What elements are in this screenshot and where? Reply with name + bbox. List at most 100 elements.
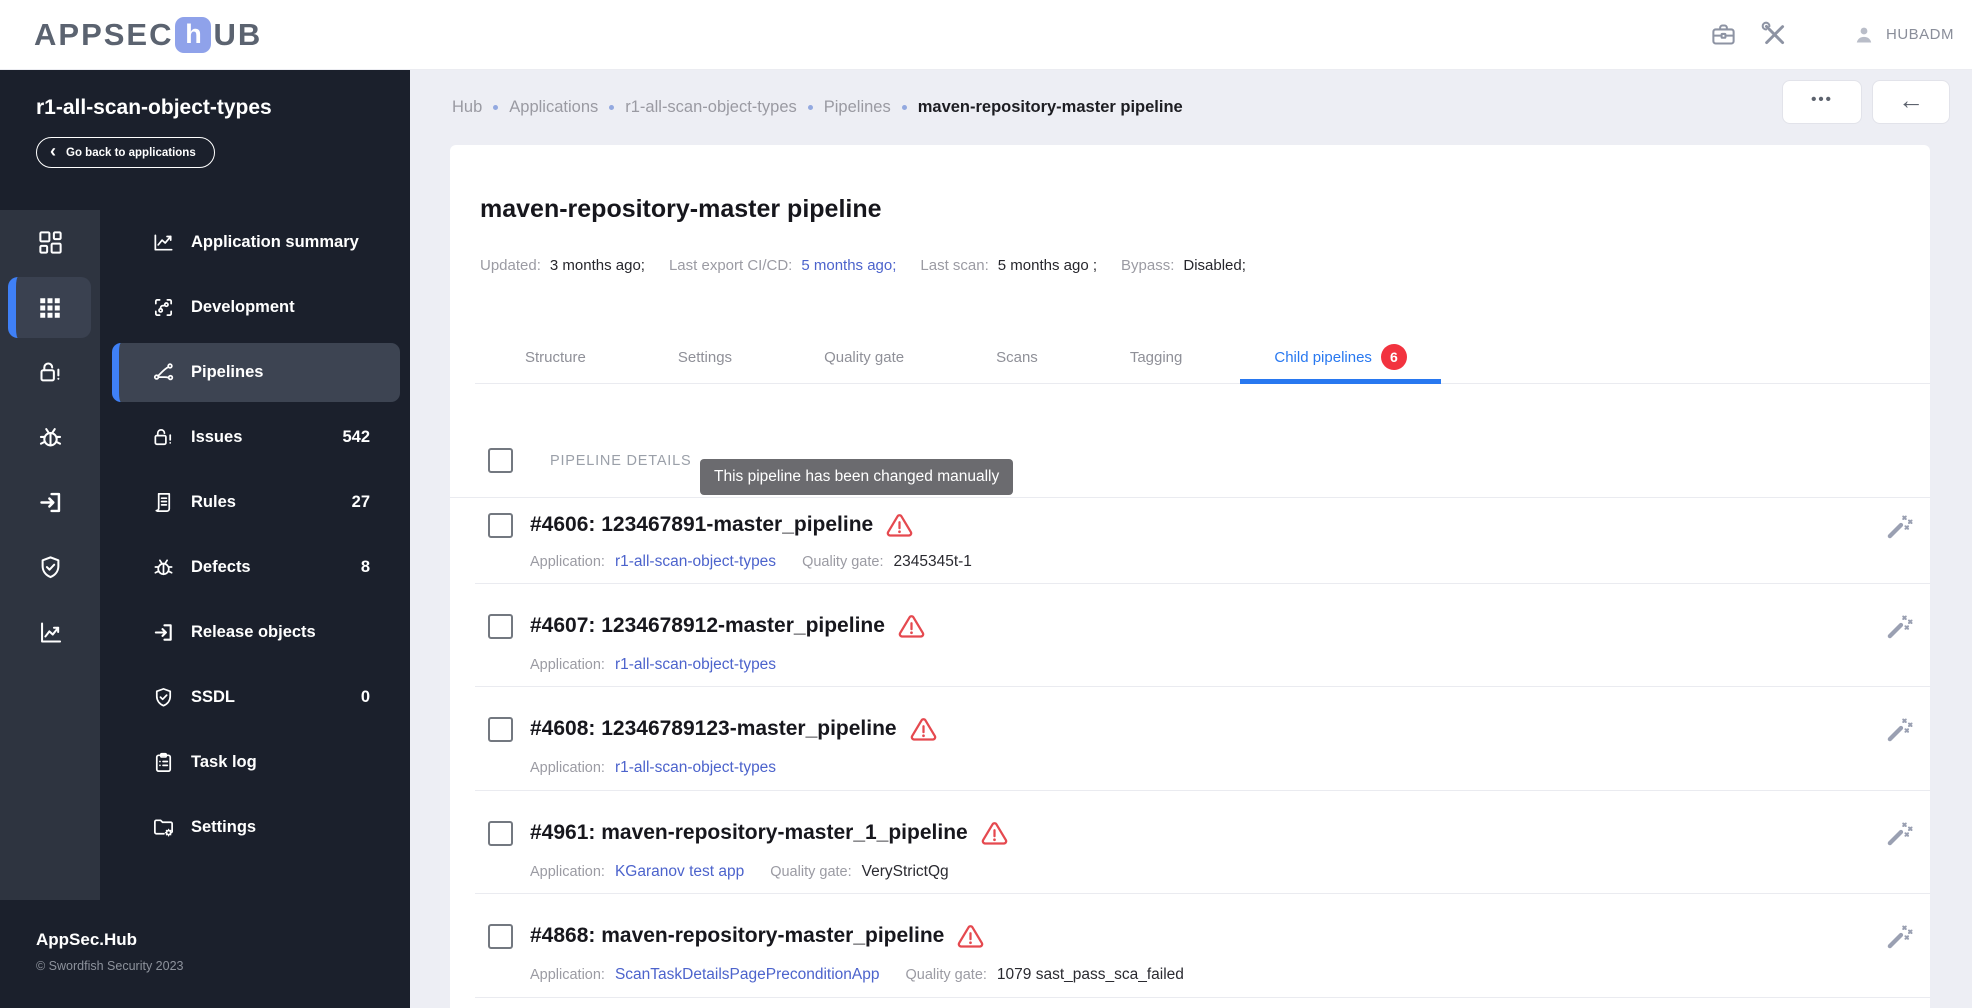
sidebar-item-count: 8 <box>360 558 370 576</box>
logo-text-pre: APPSEC <box>34 16 174 52</box>
tab-label: Quality gate <box>824 348 905 366</box>
breadcrumb: Hub Applications r1-all-scan-object-type… <box>410 70 1183 145</box>
meta-label: Bypass: <box>1121 257 1175 274</box>
application-link[interactable]: r1-all-scan-object-types <box>615 759 776 777</box>
row-checkbox[interactable] <box>488 717 513 742</box>
meta-label: Last export CI/CD: <box>668 257 793 274</box>
rules-icon <box>152 491 176 514</box>
sidebar: r1-all-scan-object-types ‹ Go back to ap… <box>0 70 410 1008</box>
sidebar-item-label: Settings <box>191 818 257 836</box>
pipeline-row: #4608: 12346789123-master_pipeline Appli… <box>475 687 1930 791</box>
rail-item-defects-bug[interactable] <box>0 405 100 470</box>
sidebar-item-pipelines[interactable]: Pipelines <box>100 340 410 405</box>
more-actions-button[interactable]: ••• <box>1782 80 1862 124</box>
application-link[interactable]: r1-all-scan-object-types <box>615 656 776 674</box>
tab-child-pipelines[interactable]: Child pipelines 6 <box>1240 331 1441 384</box>
pipeline-title: #4607: 1234678912-master_pipeline <box>530 613 885 637</box>
tab-quality-gate[interactable]: Quality gate <box>790 331 938 383</box>
go-back-label: Go back to applications <box>66 146 196 159</box>
tab-label: Tagging <box>1129 348 1183 366</box>
meta-label: Updated: <box>480 257 541 274</box>
sidebar-item-label: Rules <box>191 493 236 511</box>
application-link[interactable]: r1-all-scan-object-types <box>615 553 776 571</box>
meta-export-link[interactable]: 5 months ago; <box>801 257 896 274</box>
sidebar-item-ssdl[interactable]: SSDL 0 <box>100 665 410 730</box>
user-menu[interactable]: HUBADM <box>1852 23 1954 47</box>
rail-item-applications-grid[interactable] <box>0 275 100 340</box>
child-pipelines-badge: 6 <box>1380 344 1407 370</box>
warning-icon[interactable] <box>910 718 937 742</box>
rail-item-analytics-chart[interactable] <box>0 600 100 665</box>
row-checkbox[interactable] <box>488 924 513 949</box>
breadcrumb-applications[interactable]: Applications <box>509 98 598 117</box>
tab-structure[interactable]: Structure <box>491 331 620 383</box>
list-header-label: PIPELINE DETAILS <box>550 452 692 469</box>
application-summary-icon <box>152 231 176 254</box>
task-log-icon <box>152 751 176 774</box>
logo-text-post: UB <box>213 16 263 52</box>
warning-icon[interactable] <box>957 925 984 949</box>
application-link[interactable]: KGaranov test app <box>615 863 744 881</box>
meta-value: Disabled; <box>1183 257 1246 274</box>
footer-brand: AppSec.Hub <box>36 930 138 949</box>
briefcase-icon[interactable] <box>1710 21 1737 48</box>
back-arrow-button[interactable]: ← <box>1872 80 1950 124</box>
rail-item-dashboard[interactable] <box>0 210 100 275</box>
tools-icon[interactable] <box>1761 21 1788 48</box>
magic-wand-button[interactable] <box>1884 922 1914 952</box>
breadcrumb-separator-dot <box>493 105 499 110</box>
breadcrumb-hub[interactable]: Hub <box>452 98 482 117</box>
tab-tagging[interactable]: Tagging <box>1096 331 1217 383</box>
rail-item-ssdl-shield[interactable] <box>0 535 100 600</box>
sidebar-item-settings[interactable]: Settings <box>100 795 410 860</box>
pipeline-row: #4868: maven-repository-master_pipeline … <box>475 894 1930 998</box>
top-header: APPSEC h UB HUBADM <box>0 0 1972 70</box>
sidebar-item-task-log[interactable]: Task log <box>100 730 410 795</box>
sidebar-item-defects[interactable]: Defects 8 <box>100 535 410 600</box>
rail-item-release-exit[interactable] <box>0 470 100 535</box>
pipeline-row: #4961: maven-repository-master_1_pipelin… <box>475 791 1930 894</box>
sidebar-item-release-objects[interactable]: Release objects <box>100 600 410 665</box>
magic-wand-button[interactable] <box>1884 715 1914 745</box>
icon-rail <box>0 210 100 900</box>
list-header: PIPELINE DETAILS <box>488 448 691 473</box>
application-label: Application: <box>530 760 605 776</box>
breadcrumb-separator-dot <box>807 105 813 110</box>
go-back-button[interactable]: ‹ Go back to applications <box>36 137 215 168</box>
warning-icon[interactable] <box>981 821 1008 846</box>
appsechub-logo: APPSEC h UB <box>34 16 263 53</box>
sidebar-item-label: SSDL <box>191 688 236 706</box>
select-all-checkbox[interactable] <box>488 448 513 473</box>
row-checkbox[interactable] <box>488 613 513 639</box>
sidebar-menu: Application summary Development Pipeline… <box>100 210 410 900</box>
application-link[interactable]: ScanTaskDetailsPagePreconditionApp <box>615 966 880 984</box>
application-label: Application: <box>530 967 605 983</box>
magic-wand-button[interactable] <box>1884 819 1914 849</box>
tab-settings[interactable]: Settings <box>644 331 766 383</box>
warning-icon[interactable] <box>898 614 925 639</box>
sidebar-item-label: Release objects <box>191 623 316 641</box>
sidebar-item-rules[interactable]: Rules 27 <box>100 470 410 535</box>
quality-gate-label: Quality gate: <box>802 554 884 570</box>
sidebar-app-title: r1-all-scan-object-types <box>36 96 272 119</box>
sidebar-item-development[interactable]: Development <box>100 275 410 340</box>
tab-scans[interactable]: Scans <box>962 331 1072 383</box>
pipeline-meta: Updated: 3 months ago; Last export CI/CD… <box>480 257 1270 274</box>
rail-item-issues-lock[interactable] <box>0 340 100 405</box>
row-checkbox[interactable] <box>488 513 513 538</box>
row-checkbox[interactable] <box>488 820 513 846</box>
sidebar-item-application-summary[interactable]: Application summary <box>100 210 410 275</box>
quality-gate-label: Quality gate: <box>770 863 852 880</box>
tab-label: Settings <box>677 348 733 366</box>
sidebar-body: Application summary Development Pipeline… <box>0 210 410 900</box>
breadcrumb-pipelines[interactable]: Pipelines <box>824 98 891 117</box>
magic-wand-button[interactable] <box>1884 612 1914 642</box>
meta-value: 5 months ago ; <box>997 257 1098 274</box>
application-label: Application: <box>530 554 605 570</box>
warning-icon[interactable] <box>886 514 913 538</box>
defects-bug-icon <box>152 556 176 579</box>
quality-gate-value: 2345345t-1 <box>893 553 972 570</box>
sidebar-item-issues[interactable]: Issues 542 <box>100 405 410 470</box>
magic-wand-button[interactable] <box>1884 512 1914 542</box>
breadcrumb-application-name[interactable]: r1-all-scan-object-types <box>625 98 796 117</box>
